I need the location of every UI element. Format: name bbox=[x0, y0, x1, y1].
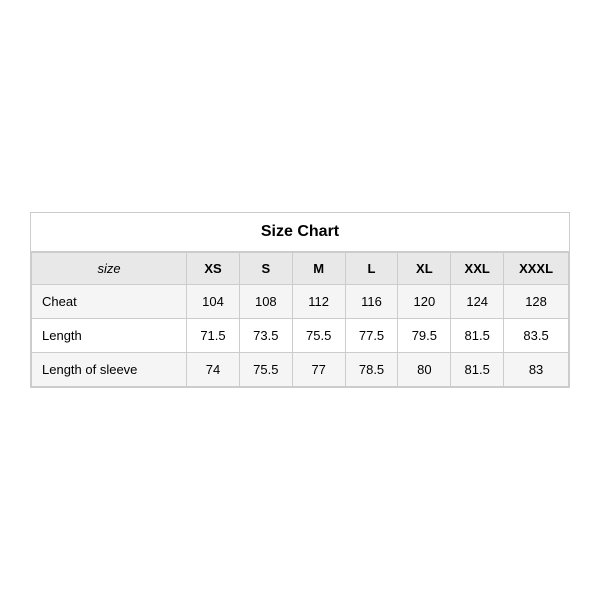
cheat-m: 112 bbox=[292, 285, 345, 319]
sleeve-m: 77 bbox=[292, 353, 345, 387]
sleeve-xxxl: 83 bbox=[504, 353, 569, 387]
sleeve-xs: 74 bbox=[187, 353, 240, 387]
row-label-length: Length bbox=[32, 319, 187, 353]
header-row: size XS S M L XL XXL XXXL bbox=[32, 253, 569, 285]
length-xs: 71.5 bbox=[187, 319, 240, 353]
cheat-xl: 120 bbox=[398, 285, 451, 319]
length-s: 73.5 bbox=[239, 319, 292, 353]
sleeve-xl: 80 bbox=[398, 353, 451, 387]
cheat-s: 108 bbox=[239, 285, 292, 319]
cheat-xxxl: 128 bbox=[504, 285, 569, 319]
col-header-s: S bbox=[239, 253, 292, 285]
col-header-m: M bbox=[292, 253, 345, 285]
table-row: Length of sleeve 74 75.5 77 78.5 80 81.5… bbox=[32, 353, 569, 387]
size-header: size bbox=[32, 253, 187, 285]
table-row: Length 71.5 73.5 75.5 77.5 79.5 81.5 83.… bbox=[32, 319, 569, 353]
length-xl: 79.5 bbox=[398, 319, 451, 353]
chart-title: Size Chart bbox=[261, 223, 339, 240]
sleeve-s: 75.5 bbox=[239, 353, 292, 387]
col-header-xxxl: XXXL bbox=[504, 253, 569, 285]
length-xxl: 81.5 bbox=[451, 319, 504, 353]
sleeve-l: 78.5 bbox=[345, 353, 398, 387]
row-label-sleeve: Length of sleeve bbox=[32, 353, 187, 387]
length-l: 77.5 bbox=[345, 319, 398, 353]
col-header-xs: XS bbox=[187, 253, 240, 285]
size-chart-table: size XS S M L XL XXL XXXL Cheat 104 108 … bbox=[31, 252, 569, 387]
chart-title-row: Size Chart bbox=[31, 213, 569, 252]
cheat-l: 116 bbox=[345, 285, 398, 319]
col-header-xxl: XXL bbox=[451, 253, 504, 285]
col-header-l: L bbox=[345, 253, 398, 285]
sleeve-xxl: 81.5 bbox=[451, 353, 504, 387]
length-xxxl: 83.5 bbox=[504, 319, 569, 353]
cheat-xs: 104 bbox=[187, 285, 240, 319]
row-label-cheat: Cheat bbox=[32, 285, 187, 319]
table-row: Cheat 104 108 112 116 120 124 128 bbox=[32, 285, 569, 319]
col-header-xl: XL bbox=[398, 253, 451, 285]
cheat-xxl: 124 bbox=[451, 285, 504, 319]
size-chart-container: Size Chart size XS S M L XL XXL XXXL Che… bbox=[30, 212, 570, 388]
length-m: 75.5 bbox=[292, 319, 345, 353]
